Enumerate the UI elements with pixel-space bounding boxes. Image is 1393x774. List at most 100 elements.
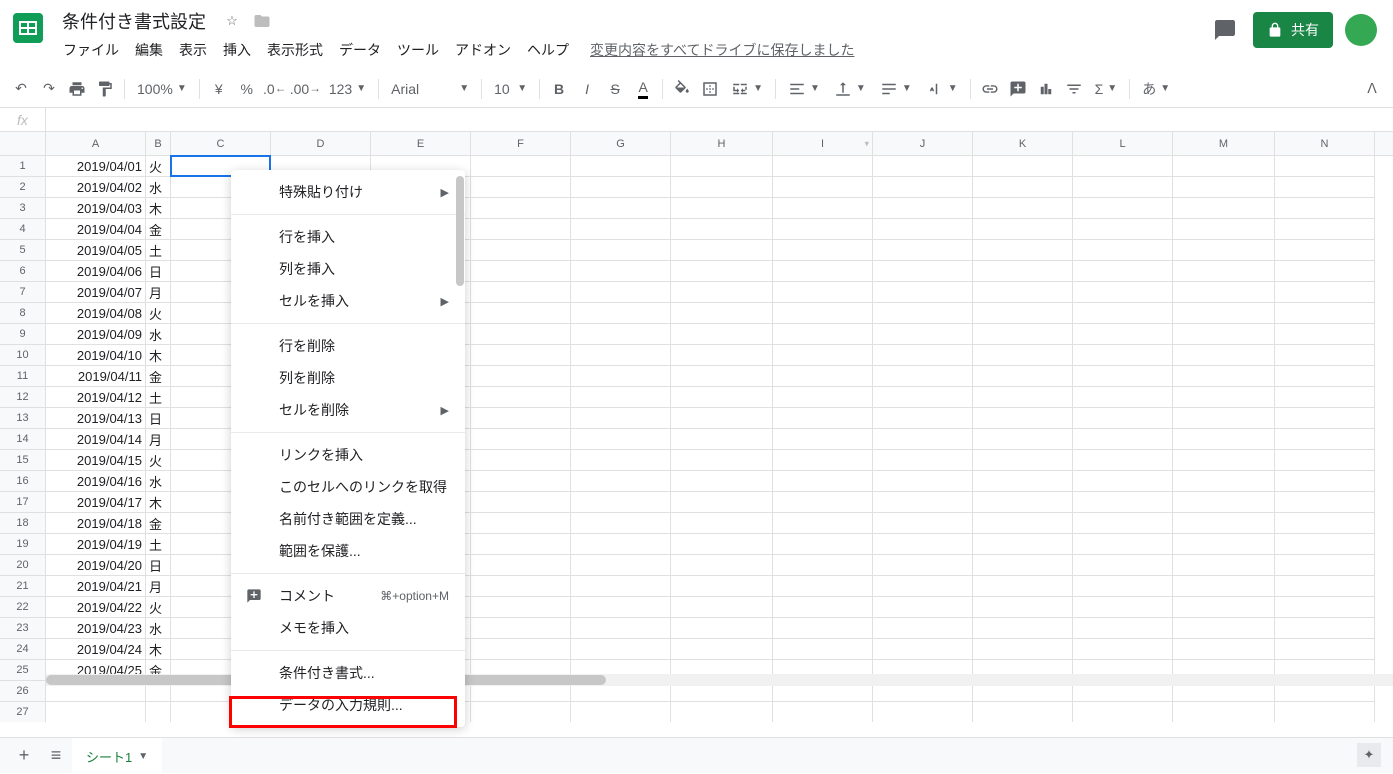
collapse-toolbar-button[interactable]: ᐱ [1359, 76, 1385, 102]
cell[interactable] [471, 471, 571, 492]
col-header-E[interactable]: E [371, 132, 471, 155]
cm-delete-row[interactable]: 行を削除 [231, 330, 465, 362]
cell[interactable] [1073, 513, 1173, 534]
cell[interactable]: 2019/04/15 [46, 450, 146, 471]
font-size-dropdown[interactable]: 10▼ [488, 76, 533, 102]
cell[interactable]: 2019/04/21 [46, 576, 146, 597]
cell[interactable] [1275, 429, 1375, 450]
cell[interactable] [571, 639, 671, 660]
cm-paste-special[interactable]: 特殊貼り付け▶ [231, 176, 465, 208]
cell[interactable] [1173, 471, 1275, 492]
row-header[interactable]: 4 [0, 219, 46, 240]
cell[interactable] [873, 429, 973, 450]
cell[interactable] [471, 219, 571, 240]
cell[interactable] [571, 408, 671, 429]
cell[interactable] [773, 597, 873, 618]
cm-get-link[interactable]: このセルへのリンクを取得 [231, 471, 465, 503]
cell[interactable] [1275, 555, 1375, 576]
cell[interactable] [773, 240, 873, 261]
italic-button[interactable]: I [574, 76, 600, 102]
cell[interactable] [873, 471, 973, 492]
menu-help[interactable]: ヘルプ [520, 36, 576, 64]
cell[interactable] [671, 324, 773, 345]
cell[interactable] [873, 387, 973, 408]
cell[interactable]: 火 [146, 597, 171, 618]
cell[interactable] [571, 513, 671, 534]
cm-conditional-formatting[interactable]: 条件付き書式... [231, 657, 465, 689]
text-wrap-button[interactable]: ▼ [874, 76, 918, 102]
cell[interactable] [571, 345, 671, 366]
cell[interactable] [1275, 450, 1375, 471]
cell[interactable] [973, 555, 1073, 576]
row-header[interactable]: 8 [0, 303, 46, 324]
cell[interactable]: 2019/04/05 [46, 240, 146, 261]
cell[interactable] [773, 303, 873, 324]
print-button[interactable] [64, 76, 90, 102]
cell[interactable] [773, 156, 873, 177]
font-family-dropdown[interactable]: Arial▼ [385, 76, 475, 102]
cell[interactable] [873, 618, 973, 639]
cell[interactable] [471, 450, 571, 471]
cell[interactable] [973, 156, 1073, 177]
cell[interactable] [1173, 429, 1275, 450]
cell[interactable] [973, 261, 1073, 282]
increase-decimal-button[interactable]: .00→ [290, 76, 321, 102]
cell[interactable] [1275, 471, 1375, 492]
cell[interactable]: 日 [146, 261, 171, 282]
cell[interactable] [873, 366, 973, 387]
cell[interactable] [471, 261, 571, 282]
menu-file[interactable]: ファイル [56, 36, 126, 64]
row-header[interactable]: 9 [0, 324, 46, 345]
cell[interactable]: 2019/04/06 [46, 261, 146, 282]
cell[interactable] [471, 387, 571, 408]
cell[interactable] [471, 513, 571, 534]
paint-format-button[interactable] [92, 76, 118, 102]
cell[interactable]: 水 [146, 471, 171, 492]
cell[interactable] [973, 429, 1073, 450]
cell[interactable] [1173, 240, 1275, 261]
cm-comment[interactable]: コメント⌘+option+M [231, 580, 465, 612]
cell[interactable] [571, 198, 671, 219]
cell[interactable] [471, 492, 571, 513]
cell[interactable] [873, 639, 973, 660]
cell[interactable]: 水 [146, 177, 171, 198]
cell[interactable] [671, 534, 773, 555]
cell[interactable] [773, 450, 873, 471]
cell[interactable] [773, 492, 873, 513]
cell[interactable] [1173, 324, 1275, 345]
cell[interactable] [973, 366, 1073, 387]
cell[interactable] [973, 345, 1073, 366]
cell[interactable] [873, 492, 973, 513]
row-header[interactable]: 13 [0, 408, 46, 429]
menu-format[interactable]: 表示形式 [260, 36, 330, 64]
cell[interactable]: 2019/04/16 [46, 471, 146, 492]
cell[interactable]: 土 [146, 240, 171, 261]
merge-cells-button[interactable]: ▼ [725, 76, 769, 102]
save-status[interactable]: 変更内容をすべてドライブに保存しました [590, 40, 854, 60]
cell[interactable] [873, 303, 973, 324]
more-formats-dropdown[interactable]: 123▼ [323, 76, 372, 102]
share-button[interactable]: 共有 [1253, 12, 1333, 48]
cell[interactable] [671, 471, 773, 492]
cell[interactable] [973, 450, 1073, 471]
add-sheet-button[interactable]: + [8, 740, 40, 772]
cell[interactable] [1073, 324, 1173, 345]
cell[interactable] [773, 366, 873, 387]
cell[interactable] [973, 534, 1073, 555]
col-header-J[interactable]: J [873, 132, 973, 155]
functions-button[interactable]: Σ▼ [1089, 76, 1124, 102]
cell[interactable] [873, 156, 973, 177]
cell[interactable] [471, 576, 571, 597]
menu-addons[interactable]: アドオン [448, 36, 518, 64]
cell[interactable]: 木 [146, 345, 171, 366]
cell[interactable] [1173, 450, 1275, 471]
select-all-corner[interactable] [0, 132, 46, 155]
cell[interactable] [571, 597, 671, 618]
cell[interactable] [1073, 282, 1173, 303]
all-sheets-button[interactable]: ≡ [40, 740, 72, 772]
cell[interactable] [1275, 345, 1375, 366]
input-tools-button[interactable]: あ▼ [1136, 76, 1176, 102]
cell[interactable] [671, 198, 773, 219]
cell[interactable] [973, 492, 1073, 513]
cell[interactable] [1073, 576, 1173, 597]
